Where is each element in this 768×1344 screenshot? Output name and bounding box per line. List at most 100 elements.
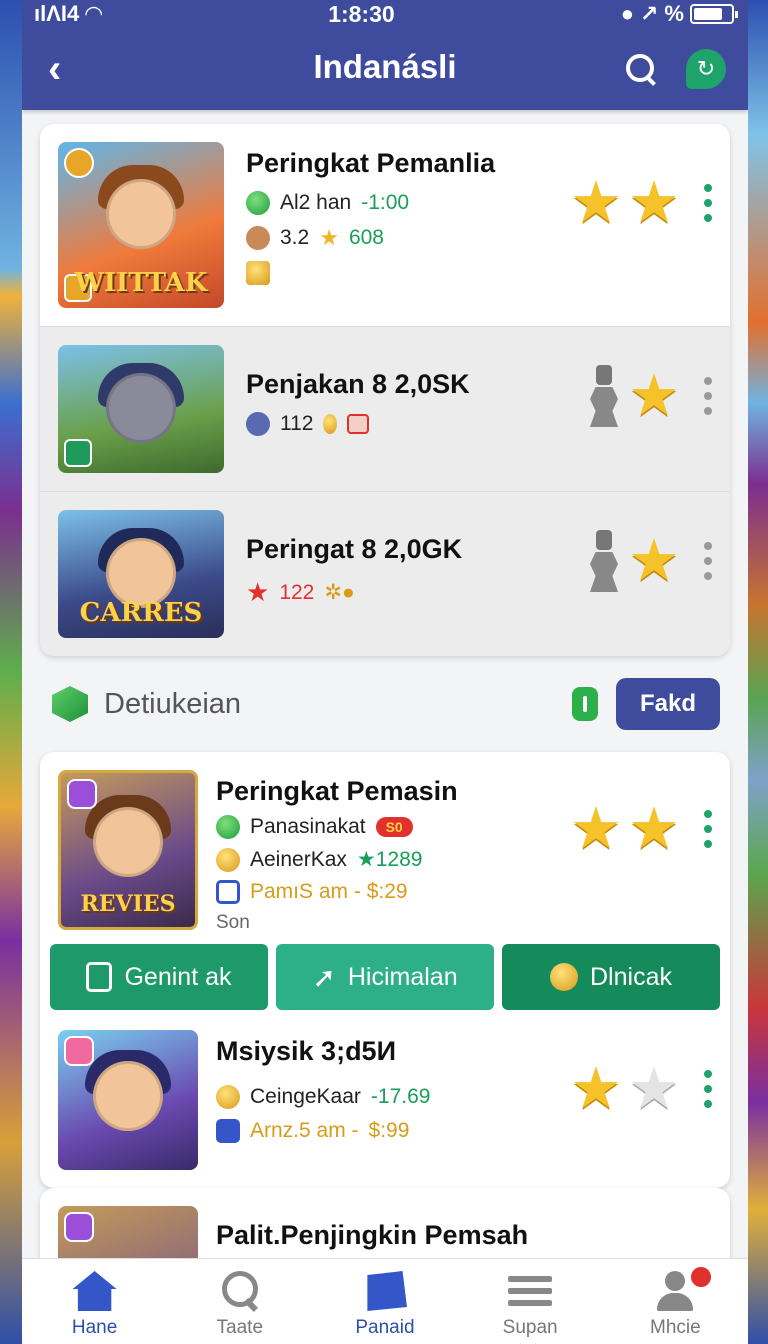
shield-icon	[246, 191, 270, 215]
list-item[interactable]: Msiysik 3;d5И CeingeKaar -17.69 Arnz.5 a…	[40, 1024, 730, 1188]
shield-icon	[216, 815, 240, 839]
button-label: Hicimalan	[347, 962, 458, 991]
filter-button[interactable]: Fakd	[615, 678, 720, 730]
item-value: -17.69	[370, 1085, 431, 1108]
home-icon	[72, 1271, 117, 1311]
menu-icon	[508, 1271, 553, 1311]
game-thumbnail	[58, 345, 224, 473]
item-label: Panasinakat	[250, 815, 366, 838]
more-options-icon[interactable]	[704, 1070, 712, 1108]
item-label: AeinerKax	[250, 847, 347, 871]
ranking-list-card: WIITTAK Peringkat Pemanlia Al2 han -1:00…	[40, 124, 730, 656]
item-value: -1:00	[361, 191, 410, 214]
list-item[interactable]: REVIES Peringkat Pemasin Panasinakat S0 …	[40, 752, 730, 944]
heart-icon	[67, 779, 97, 809]
book-icon	[246, 261, 270, 285]
coin-icon	[550, 963, 578, 991]
location-icon: ●	[620, 1, 634, 26]
arrow-icon: ➚	[312, 961, 336, 993]
item-value: ★1289	[356, 848, 423, 871]
action-button-row: Genint ak ➚ Hicimalan Dlnicak	[40, 944, 730, 1024]
item-count: 1289	[375, 848, 423, 871]
main-content: WIITTAK Peringkat Pemanlia Al2 han -1:00…	[22, 110, 748, 1258]
edit-icon	[216, 880, 240, 904]
cube-icon	[216, 1119, 240, 1143]
tag-icon	[347, 414, 370, 434]
nav-profile[interactable]: Mhcie	[615, 1265, 735, 1339]
gold-star-icon[interactable]: ★	[628, 367, 680, 425]
game-thumbnail: REVIES	[58, 770, 198, 930]
thumbnail-title: WIITTAK	[74, 268, 208, 298]
sub-label: Son	[216, 912, 250, 933]
gold-star-icon[interactable]: ★	[628, 800, 680, 858]
back-button[interactable]: ‹	[48, 49, 88, 89]
creature-icon	[246, 412, 270, 436]
more-options-icon[interactable]	[704, 810, 712, 848]
info-toggle[interactable]	[571, 687, 598, 721]
nav-label: Taate	[216, 1317, 264, 1338]
list-item[interactable]: WIITTAK Peringkat Pemanlia Al2 han -1:00…	[40, 124, 730, 326]
notification-dot	[689, 1265, 714, 1289]
share-icon[interactable]: ↻	[686, 49, 726, 89]
nav-label: Supan	[502, 1317, 558, 1338]
item-label: 112	[280, 412, 314, 435]
gold-star-icon[interactable]: ★	[570, 1060, 622, 1118]
nav-label: Panaid	[355, 1317, 415, 1338]
more-options-icon[interactable]	[704, 184, 712, 222]
action-button-3[interactable]: Dlnicak	[502, 944, 720, 1010]
game-thumbnail: CARRES	[58, 510, 224, 638]
coin-icon	[216, 847, 240, 872]
action-button-1[interactable]: Genint ak	[50, 944, 268, 1010]
panel-icon	[367, 1271, 407, 1311]
gold-star-icon[interactable]: ★	[570, 800, 622, 858]
status-bar: ılΛΙ4 ◠ 1:8:30 ● ↗ %	[22, 0, 748, 28]
thumbnail-title: REVIES	[80, 891, 176, 917]
medal-icon	[64, 148, 94, 178]
nav-label: Mhcie	[650, 1317, 701, 1338]
more-options-icon[interactable]	[704, 542, 712, 580]
trophy-stand-icon[interactable]	[586, 365, 622, 427]
silver-star-icon[interactable]: ★	[628, 1060, 680, 1118]
nav-label: Hane	[71, 1317, 118, 1338]
section-header: Detiukeian Fakd	[40, 656, 730, 752]
price-label: Arnz.5 am -	[250, 1119, 359, 1142]
more-options-icon[interactable]	[704, 377, 712, 415]
battery-icon	[689, 4, 738, 24]
section-title: Detiukeian	[104, 687, 242, 720]
nav-panel[interactable]: Panaid	[325, 1271, 445, 1339]
signal-indicator: ılΛΙ4	[34, 1, 80, 26]
nav-search[interactable]: Taate	[180, 1271, 300, 1339]
navigation-icon: ↗	[639, 1, 659, 26]
list-item[interactable]: Palit.Penjingkin Pemsah	[40, 1188, 730, 1258]
app-window: ılΛΙ4 ◠ 1:8:30 ● ↗ % ‹ Indanásli ↻ WIITT…	[22, 0, 748, 1344]
button-label: Dlnicak	[590, 962, 672, 991]
bottom-navigation: Hane Taate Panaid Supan Mhcie	[22, 1258, 748, 1344]
thumbnail-title: CARRES	[79, 598, 203, 628]
trophy-stand-icon[interactable]	[586, 530, 622, 592]
avatar-icon	[246, 226, 270, 250]
game-thumbnail: WIITTAK	[58, 142, 224, 308]
gem-icon	[64, 1036, 94, 1066]
item-label: CeingeKaar	[250, 1085, 361, 1108]
search-icon[interactable]	[626, 54, 656, 84]
action-button-2[interactable]: ➚ Hicimalan	[276, 944, 494, 1010]
coin-icon	[216, 1085, 240, 1109]
list-item[interactable]: Penjakan 8 2,0SK 112 ★	[40, 326, 730, 491]
rating-count: 608	[348, 226, 384, 249]
featured-card: REVIES Peringkat Pemasin Panasinakat S0 …	[40, 752, 730, 1188]
gold-star-icon[interactable]: ★	[628, 174, 680, 232]
nav-home[interactable]: Hane	[35, 1271, 155, 1339]
item-title: Palit.Penjingkin Pemsah	[216, 1220, 529, 1250]
battery-percent: %	[664, 1, 684, 26]
list-item[interactable]: CARRES Peringat 8 2,0GK ★ 122 ✲● ★	[40, 491, 730, 656]
gold-star-icon[interactable]: ★	[570, 174, 622, 232]
nav-menu[interactable]: Supan	[470, 1271, 590, 1339]
status-time: 1:8:30	[328, 0, 395, 27]
wifi-icon: ◠	[85, 1, 103, 26]
list-card-partial: Palit.Penjingkin Pemsah	[40, 1188, 730, 1258]
red-star-icon: ★	[246, 577, 270, 607]
badge-icon	[64, 439, 92, 467]
gold-star-icon[interactable]: ★	[628, 532, 680, 590]
phone-icon	[86, 962, 113, 992]
app-header: ‹ Indanásli ↻	[22, 28, 748, 110]
